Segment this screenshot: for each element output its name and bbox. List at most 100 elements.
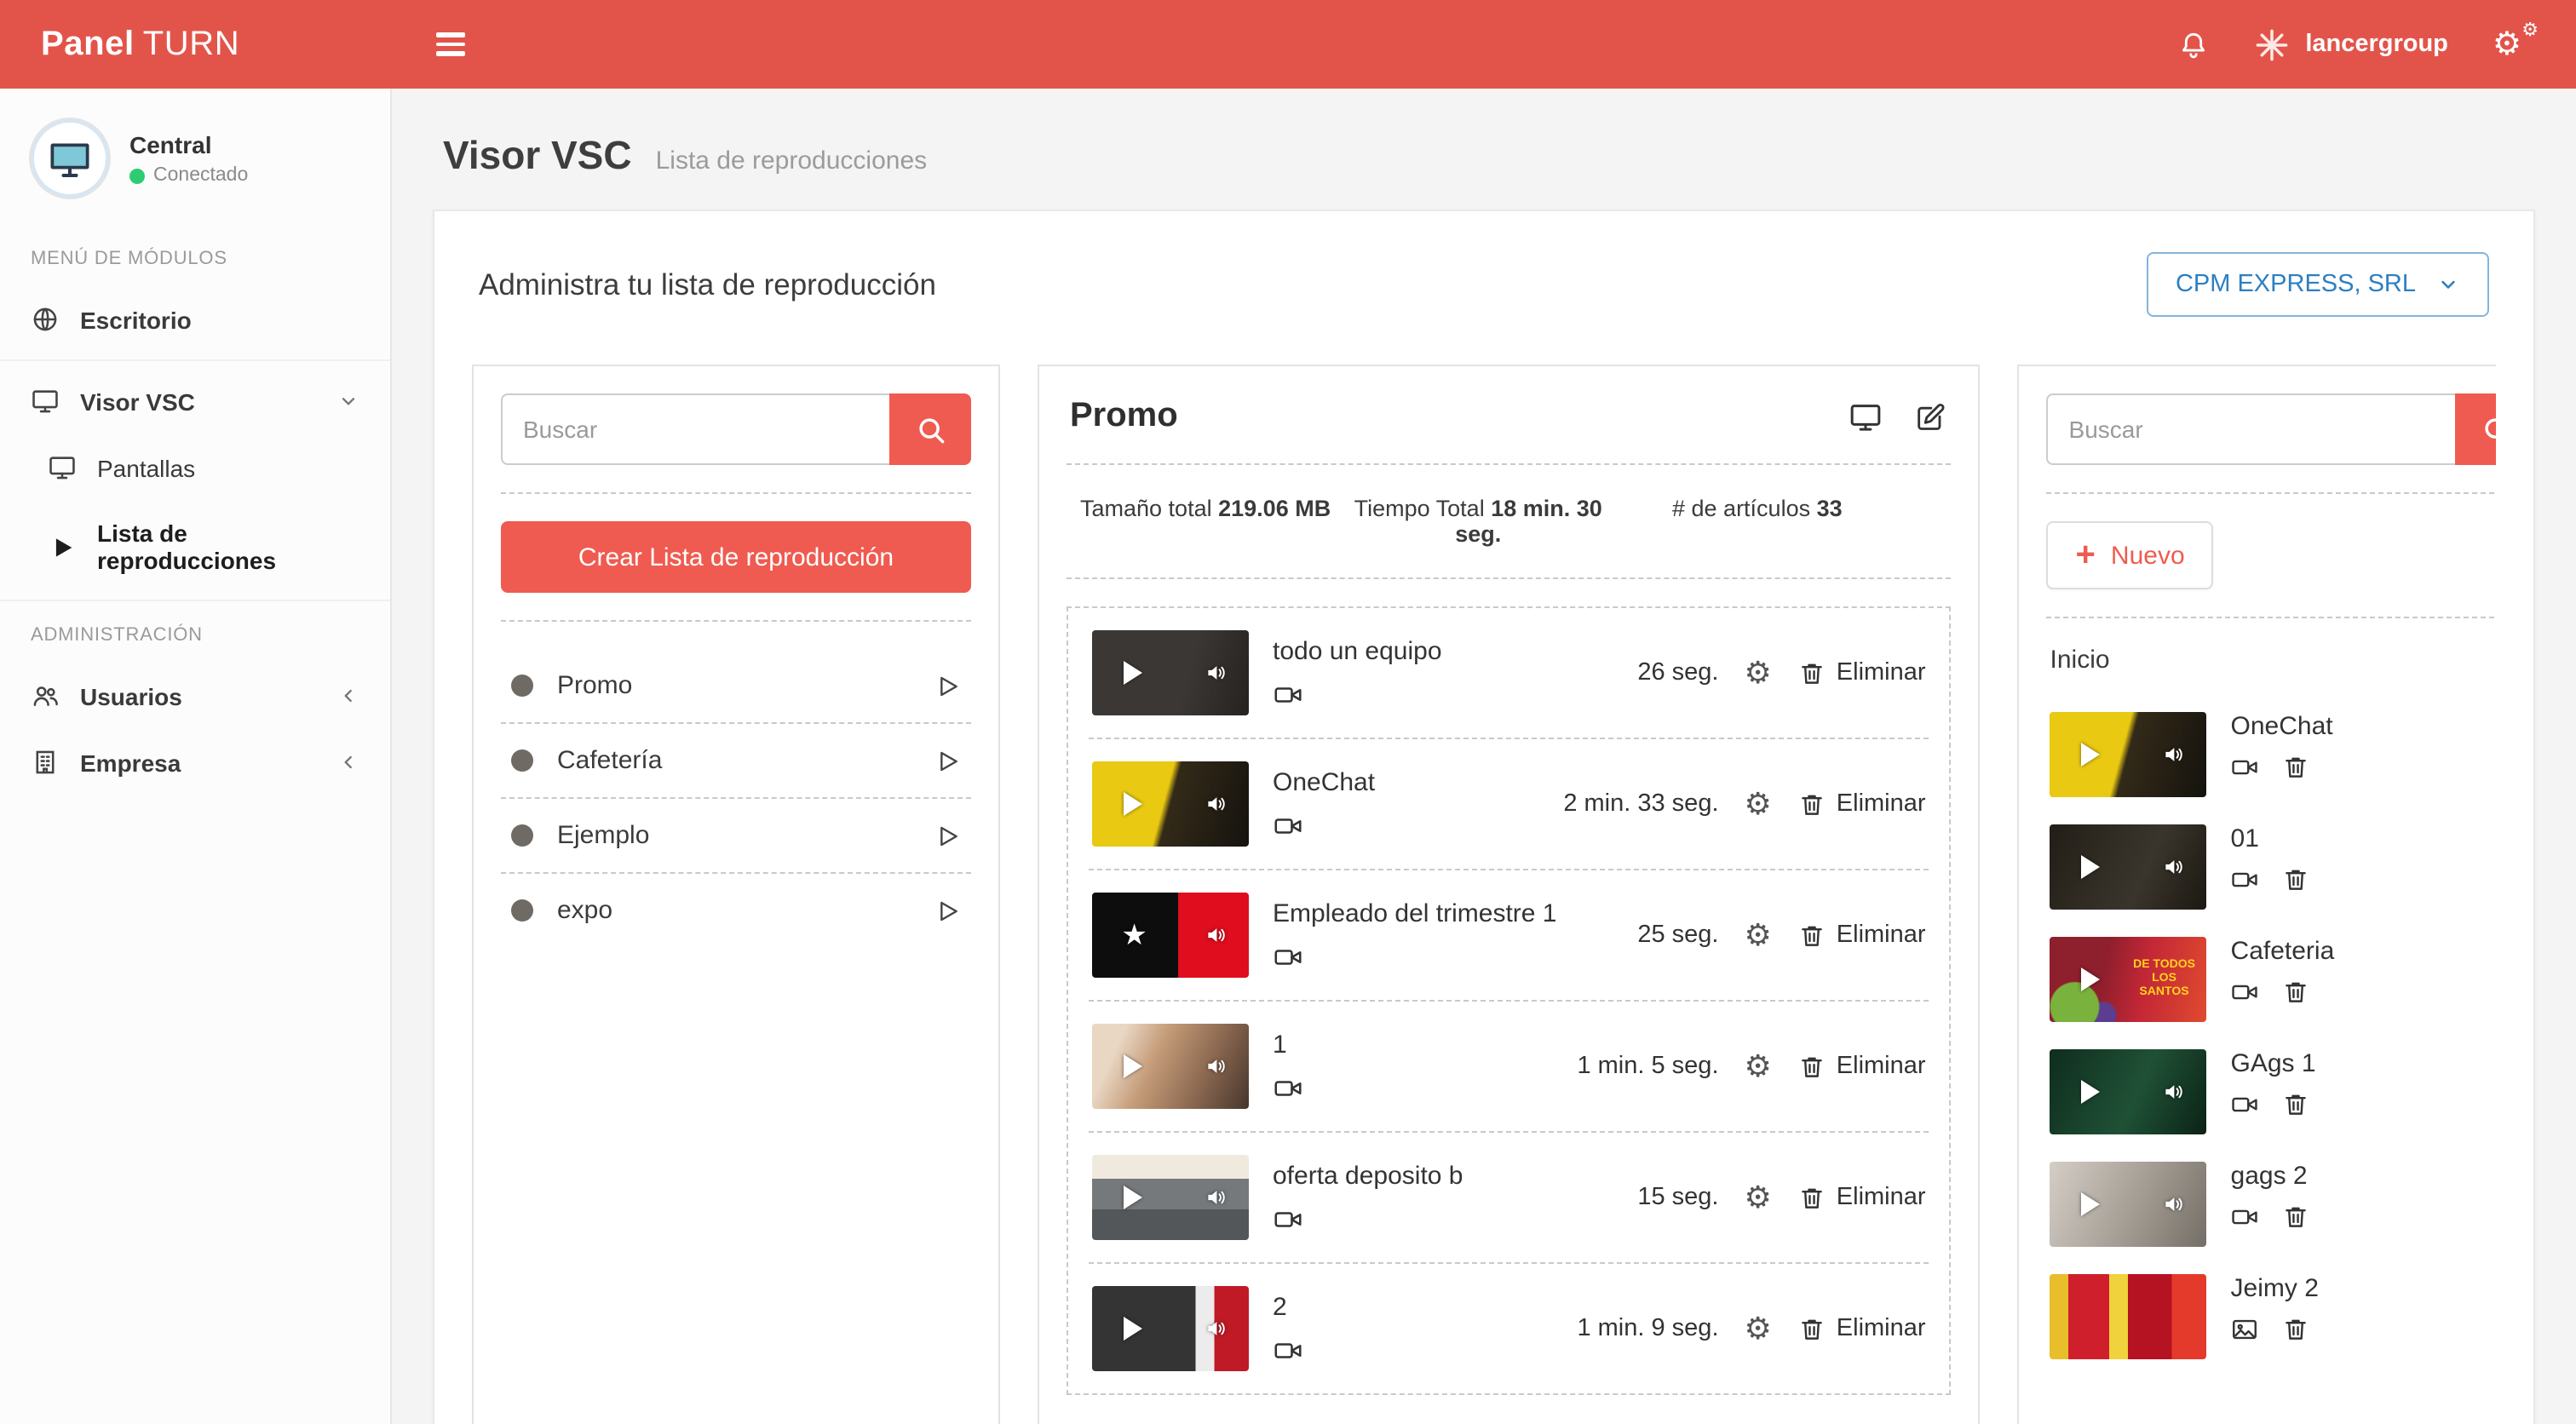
detail-head: Promo: [1067, 393, 1952, 436]
video-thumbnail[interactable]: [1092, 1024, 1249, 1109]
video-camera-icon: [1273, 1335, 1303, 1365]
video-camera-icon: [1273, 810, 1303, 841]
sidebar-item-empresa[interactable]: Empresa: [0, 729, 390, 795]
sidebar-item-usuarios[interactable]: Usuarios: [0, 663, 390, 729]
gear-icon[interactable]: ⚙: [1745, 920, 1772, 950]
delete-button[interactable]: Eliminar: [1797, 1314, 1926, 1343]
playlist-row-expo[interactable]: expo: [501, 874, 971, 947]
playlist-row-promo[interactable]: Promo: [501, 649, 971, 724]
video-camera-icon: [1273, 1203, 1303, 1234]
play-outline-icon[interactable]: [934, 822, 961, 849]
preview-monitor-icon[interactable]: [1849, 399, 1883, 434]
stat-value: 219.06 MB: [1218, 496, 1331, 521]
video-thumbnail[interactable]: [1092, 761, 1249, 847]
media-name: 01: [2231, 824, 2311, 853]
brand-logo[interactable]: PanelTURN: [0, 25, 392, 64]
playlist-row-cafeteria[interactable]: Cafetería: [501, 724, 971, 799]
company-select[interactable]: CPM EXPRESS, SRL: [2147, 252, 2489, 317]
status-label: Conectado: [153, 165, 248, 186]
monitor-icon: [31, 387, 60, 416]
playlist-dot: [511, 899, 533, 922]
sidebar-item-visor-vsc[interactable]: Visor VSC: [0, 368, 390, 434]
video-thumbnail[interactable]: ★: [1092, 893, 1249, 978]
gear-icon[interactable]: ⚙: [1745, 657, 1772, 688]
video-camera-icon: [1273, 679, 1303, 709]
stat-label: # de artículos: [1672, 496, 1810, 521]
library-search-button[interactable]: [2456, 393, 2496, 465]
hamburger-menu-icon[interactable]: [426, 22, 475, 66]
media-thumbnail[interactable]: [2050, 1162, 2207, 1247]
playlists-search-button[interactable]: [889, 393, 971, 465]
sidebar-item-lista-reproducciones[interactable]: Lista de reproducciones: [0, 501, 390, 593]
delete-button[interactable]: Eliminar: [1797, 921, 1926, 950]
bell-icon[interactable]: [2177, 28, 2210, 60]
playlist-row-ejemplo[interactable]: Ejemplo: [501, 799, 971, 874]
speaker-icon: [1205, 1316, 1230, 1341]
sidebar-item-escritorio[interactable]: Escritorio: [0, 286, 390, 353]
video-thumbnail[interactable]: [1092, 1155, 1249, 1240]
profile-status: Conectado: [129, 165, 248, 186]
sidebar-item-pantallas[interactable]: Pantallas: [0, 434, 390, 501]
trash-icon[interactable]: [2282, 753, 2311, 782]
monitor-icon: [48, 453, 77, 482]
library-search-input[interactable]: [2047, 393, 2456, 465]
media-thumbnail[interactable]: DE TODOS LOS SANTOS: [2050, 937, 2207, 1022]
video-thumbnail[interactable]: [1092, 1286, 1249, 1371]
gear-icon[interactable]: ⚙: [1745, 1313, 1772, 1344]
delete-button[interactable]: Eliminar: [1797, 790, 1926, 818]
divider: [2047, 617, 2496, 618]
playlists-search-row: [501, 393, 971, 465]
brand-light: TURN: [143, 25, 240, 62]
search-icon: [914, 413, 946, 445]
gear-icon[interactable]: ⚙: [1745, 1051, 1772, 1082]
item-actions: 15 seg. ⚙ Eliminar: [1557, 1182, 1926, 1213]
playlist-items-list: todo un equipo 26 seg. ⚙ Eliminar: [1067, 606, 1952, 1395]
video-camera-icon: [2231, 753, 2260, 782]
item-actions: 25 seg. ⚙ Eliminar: [1557, 920, 1926, 950]
media-thumbnail[interactable]: [2050, 1049, 2207, 1134]
divider: [1067, 577, 1952, 579]
play-overlay-icon: [1124, 661, 1142, 685]
new-media-button[interactable]: + Nuevo: [2047, 521, 2214, 589]
gear-icon[interactable]: ⚙: [1745, 789, 1772, 819]
media-thumbnail[interactable]: [2050, 712, 2207, 797]
media-thumbnail[interactable]: [2050, 824, 2207, 910]
play-outline-icon[interactable]: [934, 747, 961, 774]
item-title: OneChat: [1273, 767, 1375, 796]
create-playlist-button[interactable]: Crear Lista de reproducción: [501, 521, 971, 593]
play-overlay-icon: [2081, 1080, 2100, 1104]
divider: [501, 492, 971, 494]
profile-info: Central Conectado: [129, 131, 248, 186]
trash-icon[interactable]: [2282, 1315, 2311, 1344]
trash-icon[interactable]: [2282, 1090, 2311, 1119]
divider: [1067, 463, 1952, 465]
delete-button[interactable]: Eliminar: [1797, 658, 1926, 687]
user-menu[interactable]: lancergroup: [2254, 26, 2448, 62]
profile-block[interactable]: Central Conectado: [0, 119, 390, 225]
building-icon: [31, 748, 60, 777]
video-camera-icon: [1273, 941, 1303, 972]
delete-button[interactable]: Eliminar: [1797, 1183, 1926, 1212]
play-overlay-icon: [2081, 855, 2100, 879]
library-section-label: Inicio: [2050, 646, 2496, 675]
media-thumbnail[interactable]: [2050, 1274, 2207, 1359]
settings-gears-icon[interactable]: ⚙⚙: [2493, 28, 2532, 60]
video-thumbnail[interactable]: [1092, 630, 1249, 715]
trash-icon[interactable]: [2282, 1203, 2311, 1232]
playlist-name: Ejemplo: [557, 821, 649, 850]
play-outline-icon[interactable]: [934, 897, 961, 924]
stat-time: Tiempo Total 18 min. 30 seg.: [1346, 496, 1612, 547]
trash-icon[interactable]: [2282, 978, 2311, 1007]
edit-icon[interactable]: [1914, 399, 1948, 434]
gear-icon[interactable]: ⚙: [1745, 1182, 1772, 1213]
playlists-search-input[interactable]: [501, 393, 889, 465]
trash-icon[interactable]: [2282, 865, 2311, 894]
media-info: Jeimy 2: [2231, 1274, 2319, 1344]
speaker-icon: [2162, 1079, 2188, 1105]
video-camera-icon: [2231, 865, 2260, 894]
delete-button[interactable]: Eliminar: [1797, 1052, 1926, 1081]
playlist-dot: [511, 675, 533, 697]
play-outline-icon[interactable]: [934, 672, 961, 699]
speaker-icon: [1205, 660, 1230, 686]
speaker-icon: [2162, 1191, 2188, 1217]
